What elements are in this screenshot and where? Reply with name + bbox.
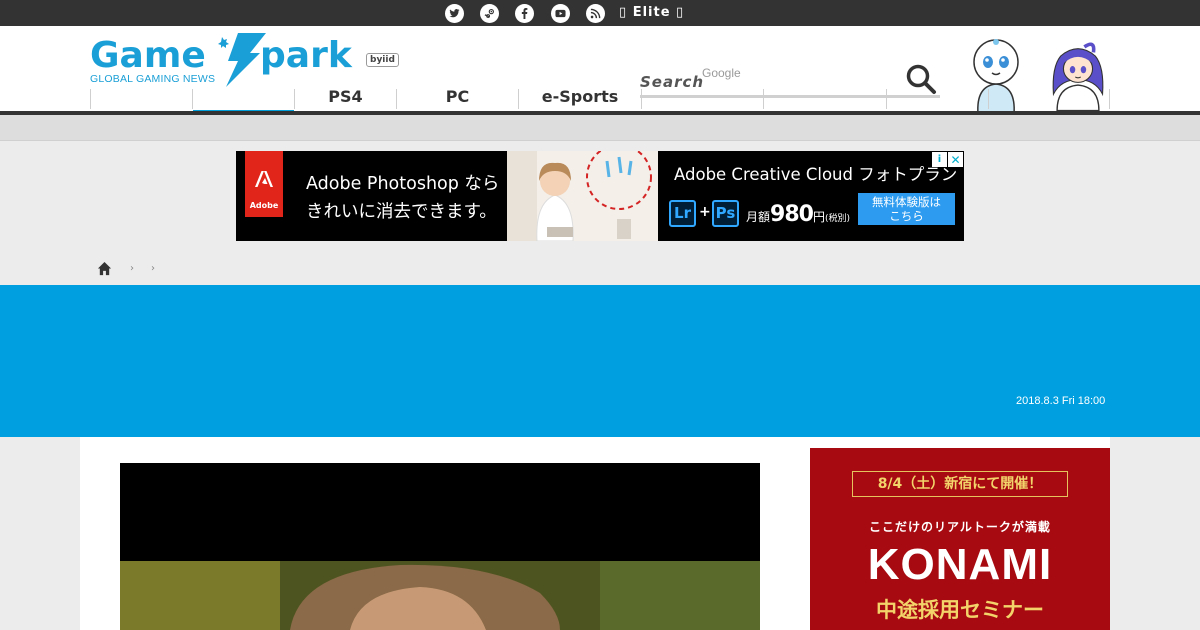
price-unit: 円 <box>812 210 825 224</box>
side-ad[interactable]: 8/4（土）新宿にて開催！ ここだけのリアルトークが満載 KONAMI 中途採用… <box>810 448 1110 630</box>
nav-item-1[interactable] <box>91 88 192 110</box>
nav-item-2-active[interactable] <box>193 88 294 110</box>
nav-item-6[interactable] <box>642 88 763 110</box>
nav-item-ps4[interactable]: PS4 <box>295 88 396 110</box>
adobe-brand: Adobe <box>249 201 279 210</box>
ad-price: 月額980円(税別) <box>746 202 850 227</box>
ad-cta-line1: 無料体験版は <box>872 195 941 209</box>
elite-link[interactable]: ▯ Elite ▯ <box>619 5 684 21</box>
info-icon[interactable]: i <box>932 152 947 167</box>
side-ad-date: 8/4（土）新宿にて開催！ <box>852 471 1068 497</box>
price-prefix: 月額 <box>746 210 771 224</box>
price-note: (税別) <box>824 214 850 224</box>
adobe-logo: Adobe <box>245 151 283 217</box>
rss-icon[interactable] <box>586 4 605 23</box>
ad-cta-button[interactable]: 無料体験版は こちら <box>858 193 955 225</box>
ad-title: Adobe Creative Cloud フォトプラン <box>674 165 958 184</box>
steam-icon[interactable] <box>480 4 499 23</box>
article-hero: 2018.8.3 Fri 18:00 <box>0 285 1200 437</box>
lightroom-icon: Lr <box>669 200 696 227</box>
side-ad-subtitle: 中途採用セミナー <box>876 598 1044 622</box>
nav-item-8[interactable] <box>887 88 988 110</box>
nav-item-pc[interactable]: PC <box>397 88 518 110</box>
twitter-icon[interactable] <box>445 4 464 23</box>
ad-copy-line1: Adobe Photoshop なら <box>306 174 500 194</box>
price-value: 980 <box>770 202 814 227</box>
site-header: Game park GLOBAL GAMING NEWS byiid Searc… <box>0 26 1200 115</box>
side-ad-tagline: ここだけのリアルトークが満載 <box>869 520 1051 534</box>
breadcrumb-separator: › <box>130 263 134 274</box>
sub-nav-bar <box>0 115 1200 141</box>
nav-divider <box>1109 89 1110 109</box>
elite-lock-icon: ▯ <box>619 5 628 20</box>
nav-item-esports[interactable]: e-Sports <box>519 88 641 110</box>
ad-copy: Adobe Photoshop なら きれいに消去できます。 <box>306 170 499 226</box>
close-icon[interactable]: ✕ <box>948 152 963 167</box>
ad-banner[interactable]: Adobe Adobe Photoshop なら きれいに消去できます。 Ado… <box>236 151 964 241</box>
svg-text:Game: Game <box>90 35 206 76</box>
top-bar: ▯ Elite ▯ <box>0 0 1200 26</box>
facebook-icon[interactable] <box>515 4 534 23</box>
ad-copy-line2: きれいに消去できます。 <box>306 202 497 222</box>
logo-badge: byiid <box>366 53 399 67</box>
ad-photo <box>507 151 658 241</box>
youtube-icon[interactable] <box>551 4 570 23</box>
logo-subtitle: GLOBAL GAMING NEWS <box>90 73 216 85</box>
svg-text:park: park <box>260 35 353 76</box>
article-image <box>120 463 760 630</box>
elite-label: Elite <box>632 5 671 20</box>
elite-arrow-icon: ▯ <box>676 5 685 20</box>
adobe-a-icon <box>255 171 273 187</box>
photoshop-icon: Ps <box>712 200 739 227</box>
article-date: 2018.8.3 Fri 18:00 <box>1016 395 1106 407</box>
ad-plus: + <box>699 204 711 220</box>
search-provider: Google <box>702 66 741 80</box>
side-ad-brand: KONAMI <box>867 540 1053 589</box>
nav-item-7[interactable] <box>764 88 886 110</box>
site-logo[interactable]: Game park GLOBAL GAMING NEWS byiid <box>88 31 400 89</box>
breadcrumb-separator: › <box>151 263 155 274</box>
home-icon[interactable] <box>97 261 112 276</box>
ad-cta-line2: こちら <box>889 209 924 223</box>
nav-item-9[interactable] <box>989 88 1109 110</box>
